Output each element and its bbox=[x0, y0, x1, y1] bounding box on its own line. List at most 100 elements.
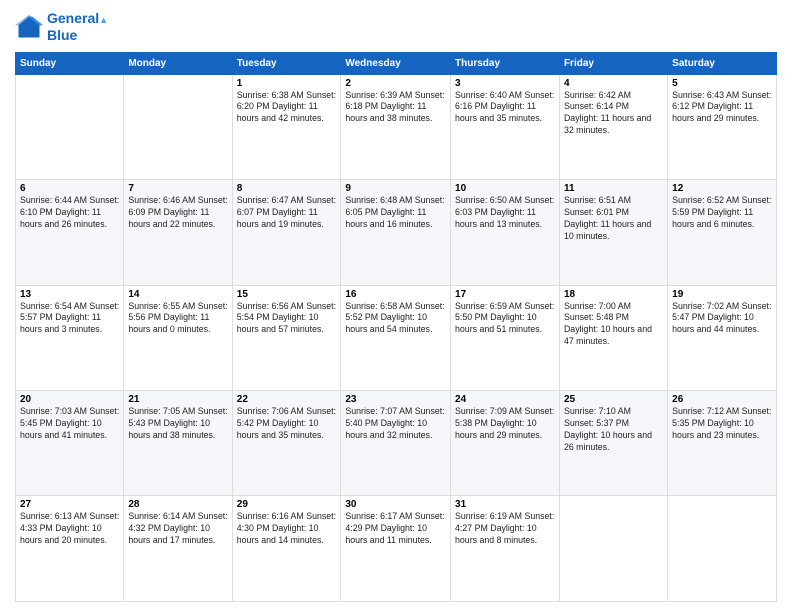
header: General▲Blue bbox=[15, 10, 777, 44]
calendar-cell bbox=[124, 74, 232, 179]
day-number: 29 bbox=[237, 499, 337, 510]
calendar-cell: 29Sunrise: 6:16 AM Sunset: 4:30 PM Dayli… bbox=[232, 496, 341, 602]
day-info: Sunrise: 6:42 AM Sunset: 6:14 PM Dayligh… bbox=[564, 90, 663, 138]
calendar-cell: 11Sunrise: 6:51 AM Sunset: 6:01 PM Dayli… bbox=[559, 180, 667, 285]
day-info: Sunrise: 6:59 AM Sunset: 5:50 PM Dayligh… bbox=[455, 301, 555, 337]
day-info: Sunrise: 6:14 AM Sunset: 4:32 PM Dayligh… bbox=[128, 511, 227, 547]
logo: General▲Blue bbox=[15, 10, 108, 44]
day-number: 11 bbox=[564, 183, 663, 194]
day-number: 2 bbox=[345, 78, 446, 89]
day-info: Sunrise: 7:05 AM Sunset: 5:43 PM Dayligh… bbox=[128, 406, 227, 442]
day-info: Sunrise: 6:17 AM Sunset: 4:29 PM Dayligh… bbox=[345, 511, 446, 547]
calendar-cell: 10Sunrise: 6:50 AM Sunset: 6:03 PM Dayli… bbox=[451, 180, 560, 285]
day-info: Sunrise: 6:39 AM Sunset: 6:18 PM Dayligh… bbox=[345, 90, 446, 126]
weekday-header: Tuesday bbox=[232, 52, 341, 74]
day-info: Sunrise: 7:06 AM Sunset: 5:42 PM Dayligh… bbox=[237, 406, 337, 442]
calendar-cell bbox=[668, 496, 777, 602]
logo-icon bbox=[15, 13, 43, 41]
calendar-cell: 20Sunrise: 7:03 AM Sunset: 5:45 PM Dayli… bbox=[16, 391, 124, 496]
day-info: Sunrise: 6:47 AM Sunset: 6:07 PM Dayligh… bbox=[237, 195, 337, 231]
calendar-cell: 12Sunrise: 6:52 AM Sunset: 5:59 PM Dayli… bbox=[668, 180, 777, 285]
calendar-week: 13Sunrise: 6:54 AM Sunset: 5:57 PM Dayli… bbox=[16, 285, 777, 390]
day-info: Sunrise: 7:09 AM Sunset: 5:38 PM Dayligh… bbox=[455, 406, 555, 442]
calendar-cell: 6Sunrise: 6:44 AM Sunset: 6:10 PM Daylig… bbox=[16, 180, 124, 285]
day-info: Sunrise: 6:52 AM Sunset: 5:59 PM Dayligh… bbox=[672, 195, 772, 231]
day-number: 13 bbox=[20, 289, 119, 300]
calendar-cell: 13Sunrise: 6:54 AM Sunset: 5:57 PM Dayli… bbox=[16, 285, 124, 390]
calendar-cell: 24Sunrise: 7:09 AM Sunset: 5:38 PM Dayli… bbox=[451, 391, 560, 496]
day-number: 27 bbox=[20, 499, 119, 510]
day-info: Sunrise: 6:54 AM Sunset: 5:57 PM Dayligh… bbox=[20, 301, 119, 337]
day-info: Sunrise: 6:13 AM Sunset: 4:33 PM Dayligh… bbox=[20, 511, 119, 547]
day-number: 31 bbox=[455, 499, 555, 510]
day-number: 12 bbox=[672, 183, 772, 194]
calendar-cell: 8Sunrise: 6:47 AM Sunset: 6:07 PM Daylig… bbox=[232, 180, 341, 285]
calendar-week: 20Sunrise: 7:03 AM Sunset: 5:45 PM Dayli… bbox=[16, 391, 777, 496]
day-number: 25 bbox=[564, 394, 663, 405]
weekday-header: Friday bbox=[559, 52, 667, 74]
day-number: 9 bbox=[345, 183, 446, 194]
calendar-week: 1Sunrise: 6:38 AM Sunset: 6:20 PM Daylig… bbox=[16, 74, 777, 179]
day-number: 21 bbox=[128, 394, 227, 405]
calendar-cell: 7Sunrise: 6:46 AM Sunset: 6:09 PM Daylig… bbox=[124, 180, 232, 285]
calendar-cell: 1Sunrise: 6:38 AM Sunset: 6:20 PM Daylig… bbox=[232, 74, 341, 179]
calendar-cell: 25Sunrise: 7:10 AM Sunset: 5:37 PM Dayli… bbox=[559, 391, 667, 496]
weekday-header: Thursday bbox=[451, 52, 560, 74]
calendar-cell: 17Sunrise: 6:59 AM Sunset: 5:50 PM Dayli… bbox=[451, 285, 560, 390]
calendar-cell: 4Sunrise: 6:42 AM Sunset: 6:14 PM Daylig… bbox=[559, 74, 667, 179]
calendar-cell bbox=[16, 74, 124, 179]
calendar-cell: 26Sunrise: 7:12 AM Sunset: 5:35 PM Dayli… bbox=[668, 391, 777, 496]
day-info: Sunrise: 7:03 AM Sunset: 5:45 PM Dayligh… bbox=[20, 406, 119, 442]
day-info: Sunrise: 6:44 AM Sunset: 6:10 PM Dayligh… bbox=[20, 195, 119, 231]
day-info: Sunrise: 6:55 AM Sunset: 5:56 PM Dayligh… bbox=[128, 301, 227, 337]
day-number: 3 bbox=[455, 78, 555, 89]
calendar-body: 1Sunrise: 6:38 AM Sunset: 6:20 PM Daylig… bbox=[16, 74, 777, 601]
calendar: SundayMondayTuesdayWednesdayThursdayFrid… bbox=[15, 52, 777, 602]
calendar-cell: 31Sunrise: 6:19 AM Sunset: 4:27 PM Dayli… bbox=[451, 496, 560, 602]
day-number: 14 bbox=[128, 289, 227, 300]
day-info: Sunrise: 6:40 AM Sunset: 6:16 PM Dayligh… bbox=[455, 90, 555, 126]
calendar-cell: 2Sunrise: 6:39 AM Sunset: 6:18 PM Daylig… bbox=[341, 74, 451, 179]
day-info: Sunrise: 7:02 AM Sunset: 5:47 PM Dayligh… bbox=[672, 301, 772, 337]
calendar-cell: 18Sunrise: 7:00 AM Sunset: 5:48 PM Dayli… bbox=[559, 285, 667, 390]
day-number: 18 bbox=[564, 289, 663, 300]
day-number: 16 bbox=[345, 289, 446, 300]
logo-text: General▲Blue bbox=[47, 10, 108, 44]
calendar-cell bbox=[559, 496, 667, 602]
calendar-week: 6Sunrise: 6:44 AM Sunset: 6:10 PM Daylig… bbox=[16, 180, 777, 285]
day-info: Sunrise: 6:16 AM Sunset: 4:30 PM Dayligh… bbox=[237, 511, 337, 547]
day-number: 24 bbox=[455, 394, 555, 405]
calendar-cell: 3Sunrise: 6:40 AM Sunset: 6:16 PM Daylig… bbox=[451, 74, 560, 179]
calendar-cell: 16Sunrise: 6:58 AM Sunset: 5:52 PM Dayli… bbox=[341, 285, 451, 390]
day-number: 4 bbox=[564, 78, 663, 89]
day-number: 30 bbox=[345, 499, 446, 510]
day-number: 23 bbox=[345, 394, 446, 405]
calendar-cell: 19Sunrise: 7:02 AM Sunset: 5:47 PM Dayli… bbox=[668, 285, 777, 390]
calendar-cell: 22Sunrise: 7:06 AM Sunset: 5:42 PM Dayli… bbox=[232, 391, 341, 496]
weekday-row: SundayMondayTuesdayWednesdayThursdayFrid… bbox=[16, 52, 777, 74]
day-number: 5 bbox=[672, 78, 772, 89]
day-info: Sunrise: 7:12 AM Sunset: 5:35 PM Dayligh… bbox=[672, 406, 772, 442]
day-info: Sunrise: 6:43 AM Sunset: 6:12 PM Dayligh… bbox=[672, 90, 772, 126]
calendar-cell: 27Sunrise: 6:13 AM Sunset: 4:33 PM Dayli… bbox=[16, 496, 124, 602]
weekday-header: Monday bbox=[124, 52, 232, 74]
day-number: 15 bbox=[237, 289, 337, 300]
day-info: Sunrise: 6:19 AM Sunset: 4:27 PM Dayligh… bbox=[455, 511, 555, 547]
weekday-header: Wednesday bbox=[341, 52, 451, 74]
weekday-header: Saturday bbox=[668, 52, 777, 74]
day-info: Sunrise: 6:38 AM Sunset: 6:20 PM Dayligh… bbox=[237, 90, 337, 126]
day-info: Sunrise: 6:46 AM Sunset: 6:09 PM Dayligh… bbox=[128, 195, 227, 231]
calendar-cell: 5Sunrise: 6:43 AM Sunset: 6:12 PM Daylig… bbox=[668, 74, 777, 179]
day-number: 19 bbox=[672, 289, 772, 300]
page: General▲Blue SundayMondayTuesdayWednesda… bbox=[0, 0, 792, 612]
calendar-cell: 30Sunrise: 6:17 AM Sunset: 4:29 PM Dayli… bbox=[341, 496, 451, 602]
day-info: Sunrise: 6:48 AM Sunset: 6:05 PM Dayligh… bbox=[345, 195, 446, 231]
calendar-cell: 28Sunrise: 6:14 AM Sunset: 4:32 PM Dayli… bbox=[124, 496, 232, 602]
day-info: Sunrise: 6:50 AM Sunset: 6:03 PM Dayligh… bbox=[455, 195, 555, 231]
day-number: 17 bbox=[455, 289, 555, 300]
day-info: Sunrise: 6:56 AM Sunset: 5:54 PM Dayligh… bbox=[237, 301, 337, 337]
calendar-cell: 15Sunrise: 6:56 AM Sunset: 5:54 PM Dayli… bbox=[232, 285, 341, 390]
weekday-header: Sunday bbox=[16, 52, 124, 74]
day-number: 20 bbox=[20, 394, 119, 405]
day-number: 10 bbox=[455, 183, 555, 194]
